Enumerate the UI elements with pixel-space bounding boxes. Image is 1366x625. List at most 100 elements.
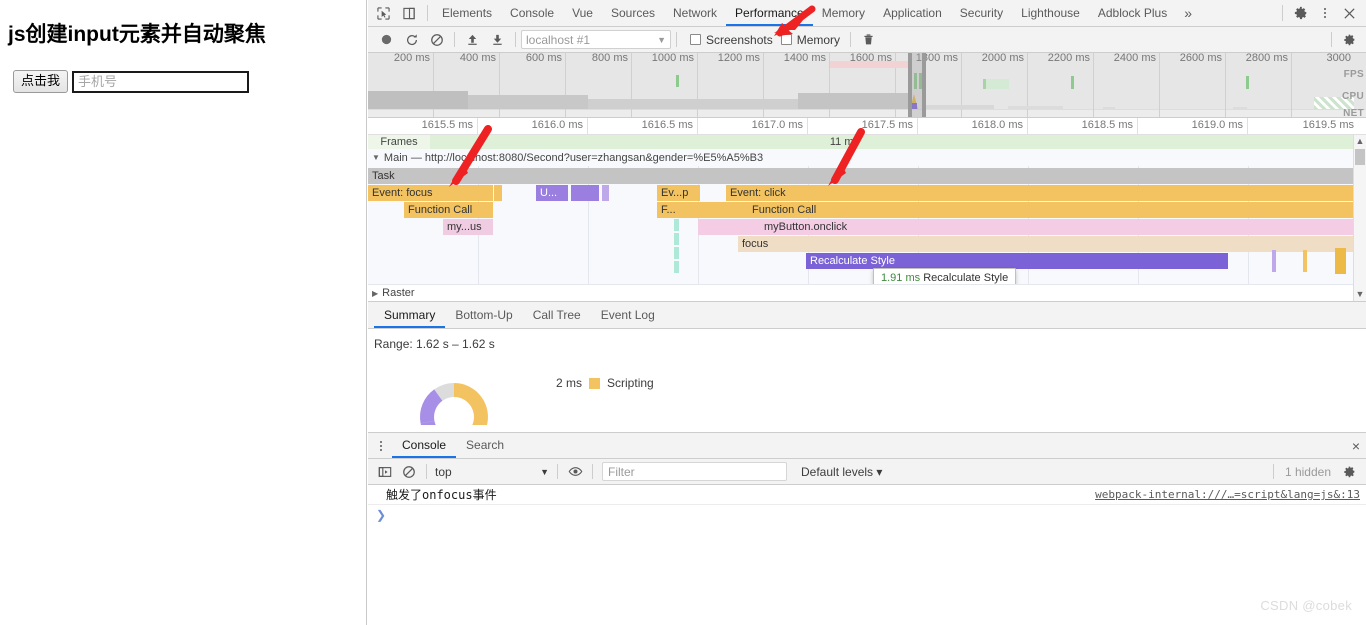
tab-summary[interactable]: Summary	[374, 302, 446, 328]
flame-bar-paint-sliver[interactable]	[674, 219, 679, 231]
tab-call-tree[interactable]: Call Tree	[523, 302, 591, 328]
flame-bar-update-layer[interactable]: U...	[536, 185, 568, 201]
flame-bar-mybutton-onclick[interactable]: myButton.onclick	[698, 219, 1353, 235]
scrollbar-thumb[interactable]	[1355, 149, 1365, 165]
flame-bar-paint-sliver[interactable]	[674, 233, 679, 245]
drawer-more-options-icon[interactable]	[370, 433, 392, 458]
drawer-close-icon[interactable]: ×	[1352, 438, 1360, 454]
screenshots-checkbox[interactable]: Screenshots	[690, 33, 773, 47]
scroll-down-arrow-icon[interactable]: ▼	[1354, 288, 1366, 301]
tab-console[interactable]: Console	[501, 0, 563, 26]
scroll-up-arrow-icon[interactable]: ▲	[1354, 135, 1366, 148]
capture-settings-gear-icon[interactable]	[1337, 28, 1362, 52]
tab-event-log[interactable]: Event Log	[591, 302, 665, 328]
tab-lighthouse[interactable]: Lighthouse	[1012, 0, 1089, 26]
inspect-element-icon[interactable]	[370, 0, 396, 26]
clear-console-icon[interactable]	[397, 460, 421, 484]
tab-performance[interactable]: Performance	[726, 0, 813, 26]
console-prompt[interactable]: ❯	[368, 505, 1366, 525]
console-message-text: 触发了onfocus事件	[386, 488, 497, 502]
flame-bar-function-call-2[interactable]: Function Call	[693, 202, 1353, 218]
flame-bar-my-focus[interactable]: my...us	[443, 219, 493, 235]
profile-select[interactable]: localhost #1 ▼	[521, 30, 671, 49]
console-toolbar: top ▼ Filter Default levels ▾ 1 hidden	[368, 459, 1366, 485]
console-filter-input[interactable]: Filter	[602, 462, 787, 481]
tab-memory[interactable]: Memory	[813, 0, 874, 26]
flame-bar-sliver[interactable]	[1335, 248, 1346, 274]
main-track-header[interactable]: ▼ Main — http://localhost:8080/Second?us…	[368, 149, 1366, 166]
cpu-activity	[368, 91, 468, 109]
flame-bar-sliver[interactable]	[1272, 250, 1276, 272]
overview-selection-window[interactable]	[908, 53, 926, 117]
chevron-down-icon: ▼	[540, 466, 549, 477]
drawer-tab-console[interactable]: Console	[392, 433, 457, 458]
tab-elements[interactable]: Elements	[433, 0, 501, 26]
close-icon[interactable]	[1336, 0, 1362, 26]
summary-donut-chart	[408, 371, 500, 425]
detail-tick: 1616.0 ms	[478, 118, 588, 134]
tab-sources[interactable]: Sources	[602, 0, 664, 26]
flame-bar-task[interactable]: Task	[368, 168, 1353, 184]
console-sidebar-icon[interactable]	[373, 460, 397, 484]
tab-adblock-plus[interactable]: Adblock Plus	[1089, 0, 1176, 26]
console-messages: 触发了onfocus事件 webpack-internal:///…=scrip…	[368, 485, 1366, 625]
timeline-overview[interactable]: 200 ms 400 ms 600 ms 800 ms 1000 ms 1200…	[368, 53, 1366, 118]
perf-divider-4	[850, 32, 852, 47]
flame-bar-recalculate-style[interactable]: Recalculate Style	[806, 253, 1228, 269]
flame-bar-event-focus[interactable]: Event: focus	[368, 185, 493, 201]
click-me-button[interactable]: 点击我	[13, 70, 69, 94]
fps-marker	[1071, 76, 1074, 89]
flame-bar-function-call-1[interactable]: Function Call	[404, 202, 493, 218]
save-profile-icon[interactable]	[485, 28, 510, 52]
flame-bar-event-click[interactable]: Event: click	[726, 185, 1353, 201]
flame-bar-event-keyup[interactable]: Ev...p	[657, 185, 700, 201]
flame-bar-sliver[interactable]	[498, 185, 502, 201]
raster-track-header[interactable]: ▶ Raster	[368, 284, 1366, 301]
expand-triangle-icon: ▼	[372, 153, 380, 162]
overview-lane-net: NET	[1343, 108, 1364, 118]
load-profile-icon[interactable]	[460, 28, 485, 52]
flame-bar-function-call-2-label: Function Call	[752, 204, 817, 216]
record-icon[interactable]	[374, 28, 399, 52]
console-message-row[interactable]: 触发了onfocus事件 webpack-internal:///…=scrip…	[368, 485, 1366, 505]
memory-label: Memory	[796, 32, 841, 47]
collapse-triangle-icon: ▶	[372, 288, 379, 298]
more-options-icon[interactable]	[1314, 1, 1336, 26]
flame-scrollbar[interactable]: ▲ ▼	[1353, 135, 1366, 301]
console-filter-placeholder: Filter	[608, 464, 635, 479]
memory-checkbox[interactable]: Memory	[780, 32, 841, 47]
toolbar-divider-right	[1282, 5, 1283, 21]
frame-marker	[983, 79, 1009, 89]
drawer-tab-search[interactable]: Search	[456, 433, 514, 458]
more-tabs-icon[interactable]: »	[1176, 5, 1200, 21]
console-context-selector[interactable]: top ▼	[432, 465, 552, 479]
flame-bar-paint-sliver[interactable]	[674, 247, 679, 259]
console-message-source-link[interactable]: webpack-internal:///…=script&lang=js&:13	[1095, 488, 1360, 501]
tab-network[interactable]: Network	[664, 0, 726, 26]
page-form: 点击我	[13, 70, 366, 94]
tab-security[interactable]: Security	[951, 0, 1012, 26]
detail-tick: 1619.5 ms	[1302, 119, 1354, 131]
web-page-pane: js创建input元素并自动聚焦 点击我	[0, 0, 367, 625]
flame-chart[interactable]: Frames 11 ms ▼ Main — http://localhost:8…	[368, 135, 1366, 302]
tab-vue[interactable]: Vue	[563, 0, 602, 26]
reload-record-icon[interactable]	[399, 28, 424, 52]
console-settings-gear-icon[interactable]	[1337, 460, 1361, 484]
console-divider-3	[592, 464, 593, 479]
flame-bar-sliver[interactable]	[1303, 250, 1307, 272]
flame-bar-focus[interactable]: focus	[738, 236, 1353, 252]
profile-select-value: localhost #1	[526, 32, 591, 47]
live-expression-eye-icon[interactable]	[563, 460, 587, 484]
clear-icon[interactable]	[424, 28, 449, 52]
flame-bar-sliver[interactable]	[605, 185, 609, 201]
legend-color-swatch	[589, 377, 601, 389]
tab-bottom-up[interactable]: Bottom-Up	[445, 302, 522, 328]
gear-icon[interactable]	[1288, 0, 1314, 26]
flame-bar-paint-sliver[interactable]	[674, 261, 679, 273]
console-log-levels-select[interactable]: Default levels ▾	[801, 465, 882, 479]
trash-icon[interactable]	[856, 28, 881, 52]
summary-tabbar: Summary Bottom-Up Call Tree Event Log	[368, 302, 1366, 329]
device-toolbar-icon[interactable]	[396, 0, 422, 26]
phone-input[interactable]	[72, 70, 250, 93]
tab-application[interactable]: Application	[874, 0, 951, 26]
